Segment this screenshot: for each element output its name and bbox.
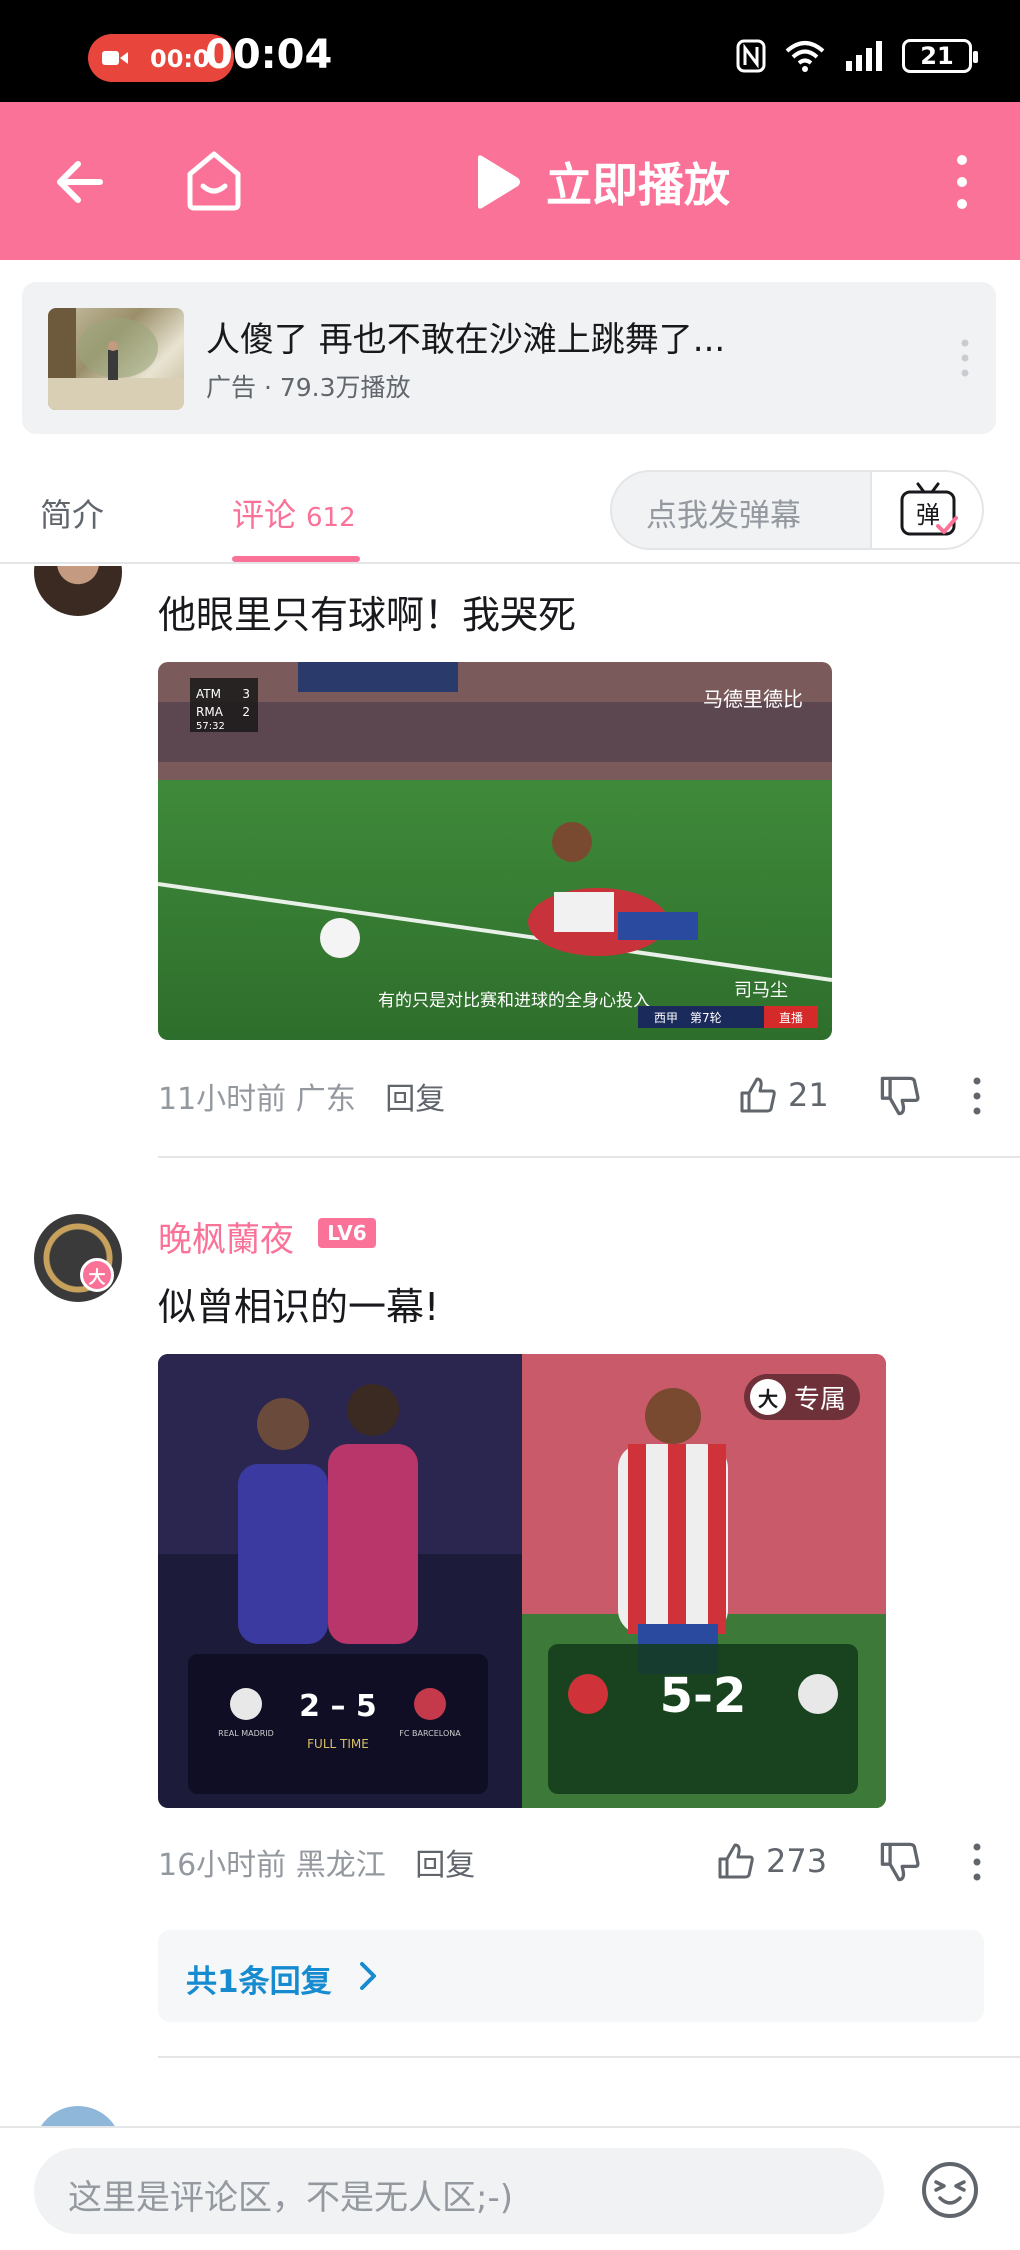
danmaku-button[interactable]: 弹 [870,472,982,548]
comment-avatar[interactable] [34,566,122,616]
exclusive-badge-icon: 大 [750,1379,786,1415]
comment-input[interactable]: 这里是评论区，不是无人区;-) [34,2148,884,2234]
comment-count: 612 [306,503,356,533]
comment-meta: 16小时前 黑龙江 回复 [158,1840,475,1884]
comment-divider [158,2056,1020,2058]
exclusive-badge: 大 专属 [744,1374,861,1420]
left-away-team: FC BARCELONA [399,1729,461,1738]
video-subtitle: 有的只是对比赛和进球的全身心投入 [378,990,650,1011]
tab-comments-label: 评论 [232,496,297,534]
tab-bar: 简介 评论 612 点我发弹幕 弹 [0,456,1020,564]
avatar-badge: 大 [80,1258,114,1292]
comment-location: 黑龙江 [295,1848,386,1883]
ad-more-icon[interactable] [960,338,970,378]
comment-image[interactable]: ATM 3 RMA 2 57:32 马德里德比 有的只是对比赛和进球的全身心投入… [158,662,832,1040]
ad-title: 人傻了 再也不敢在沙滩上跳舞了... [206,320,726,360]
exclusive-label: 专属 [794,1384,847,1415]
comment-text: 似曾相识的一幕! [158,1285,440,1329]
comment-location: 广东 [295,1082,356,1117]
score-away-team: RMA [196,705,224,719]
comment-divider [158,1156,1020,1158]
comment-compose-bar: 这里是评论区，不是无人区;-) [0,2126,1020,2250]
wifi-icon [785,41,825,72]
more-options-icon[interactable] [950,152,974,212]
status-bar: 00:0 00:04 21 [0,0,1020,102]
league-label: 西甲 第7轮 [654,1011,722,1025]
danmaku-placeholder: 点我发弹幕 [646,498,801,534]
tab-comments[interactable]: 评论 612 [232,490,356,536]
comment-time: 16小时前 [158,1848,287,1883]
like-button[interactable]: 273 [716,1836,827,1886]
comment-image[interactable]: 2 – 5 FULL TIME REAL MADRID FC BARCELONA… [158,1354,886,1808]
ad-meta: 广告 · 79.3万播放 [206,373,411,402]
reply-button[interactable]: 回复 [415,1848,475,1883]
right-score: 5-2 [660,1668,747,1724]
signal-icon [846,41,882,71]
play-now-label: 立即播放 [546,158,730,212]
level-badge: LV6 [318,1218,376,1248]
replies-count-label: 共1条回复 [186,1964,332,2000]
active-tab-indicator [232,556,360,562]
video-speaker: 司马尘 [734,980,788,1001]
left-home-team: REAL MADRID [218,1729,274,1738]
comment-time: 11小时前 [158,1082,287,1117]
score-away-goals: 2 [242,705,250,719]
tab-intro[interactable]: 简介 [40,490,104,536]
thumbs-up-icon [718,1843,754,1879]
ad-thumbnail [48,308,184,410]
nfc-icon [736,39,766,73]
thumbs-down-icon[interactable] [878,1840,922,1884]
overlay-name: 马德里德比 [703,687,803,711]
score-home-team: ATM [196,687,221,701]
ad-card[interactable]: 人傻了 再也不敢在沙滩上跳舞了... 广告 · 79.3万播放 [22,282,996,434]
record-timer: 00:0 [150,45,210,73]
comment-avatar[interactable] [34,1214,122,1302]
chevron-right-icon [360,1962,376,1990]
live-label: 直播 [779,1011,803,1025]
left-score: 2 – 5 [299,1689,377,1724]
match-clock: 57:32 [196,721,225,732]
like-button[interactable]: 21 [738,1070,829,1120]
home-icon[interactable] [180,146,248,214]
comment-username[interactable]: 晚枫蘭夜 [158,1212,294,1261]
back-arrow-icon[interactable] [50,152,110,212]
comment-more-icon[interactable] [972,1076,982,1116]
battery-icon: 21 [902,39,978,73]
emoji-icon[interactable] [920,2160,980,2220]
comment-more-icon[interactable] [972,1842,982,1882]
score-home-goals: 3 [242,687,250,701]
thumbs-up-icon [740,1077,776,1113]
reply-button[interactable]: 回复 [385,1082,445,1117]
battery-level: 21 [920,42,954,70]
full-time-label: FULL TIME [307,1737,369,1751]
danmaku-tv-icon: 弹 [900,482,958,536]
view-replies-button[interactable]: 共1条回复 [158,1930,984,2022]
play-icon [478,155,520,209]
comment-avatar[interactable] [34,2106,122,2126]
like-count: 273 [766,1842,828,1880]
play-now-button[interactable]: 立即播放 [470,150,730,214]
clock: 00:04 [205,32,333,78]
comment-meta: 11小时前 广东 回复 [158,1074,445,1118]
video-header: 立即播放 [0,102,1020,260]
like-count: 21 [788,1076,829,1114]
danmaku-input[interactable]: 点我发弹幕 弹 [610,470,984,550]
comments-list[interactable]: 他眼里只有球啊！我哭死 ATM 3 RMA 2 57:32 马德里德比 有的只是… [0,566,1020,2126]
thumbs-down-icon[interactable] [878,1074,922,1118]
camera-icon [102,51,128,65]
comment-text: 他眼里只有球啊！我哭死 [158,593,577,637]
comment-input-placeholder: 这里是评论区，不是无人区;-) [68,2178,513,2218]
